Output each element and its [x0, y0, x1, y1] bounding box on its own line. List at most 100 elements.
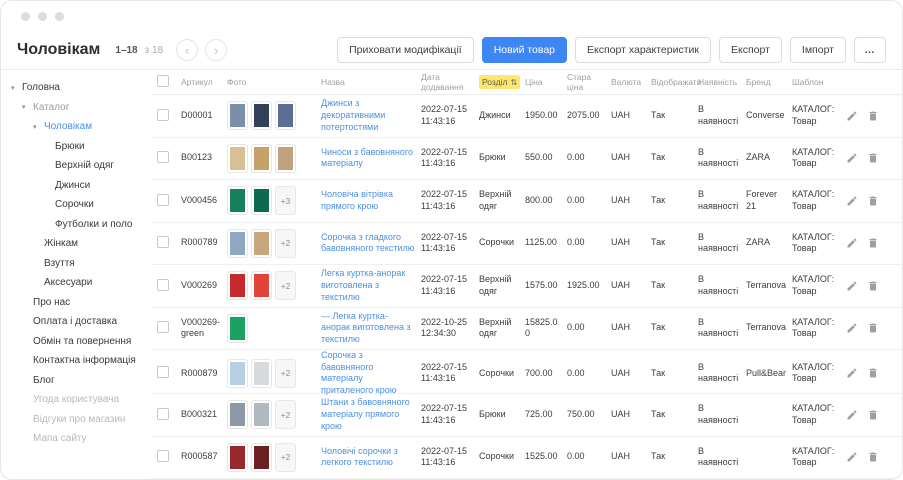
- row-checkbox[interactable]: [157, 109, 169, 121]
- edit-icon[interactable]: [846, 367, 858, 379]
- product-name-link[interactable]: Чоловічі сорочки з легкого текстилю: [321, 446, 421, 469]
- sidebar-item-pro-nas[interactable]: Про нас: [11, 293, 151, 313]
- product-photo[interactable]: [227, 101, 248, 130]
- table-row[interactable]: B000321 +2 Штани з бавовняного матеріалу…: [151, 394, 902, 437]
- sort-icon[interactable]: ⇅: [510, 78, 517, 87]
- more-photos-badge[interactable]: +2: [275, 443, 296, 472]
- product-photo[interactable]: [251, 101, 272, 130]
- sidebar-item-vzuttia[interactable]: Взуття: [11, 254, 151, 274]
- column-header-photo[interactable]: Фото: [227, 77, 321, 87]
- delete-icon[interactable]: [867, 367, 879, 379]
- column-header-date-added[interactable]: Дата додавання: [421, 72, 479, 92]
- next-page-button[interactable]: ›: [205, 39, 227, 61]
- sidebar-item-zhinkam[interactable]: Жінкам: [11, 234, 151, 254]
- product-name-link[interactable]: Сорочка з гладкого бавовняного текстилю: [321, 232, 421, 255]
- edit-icon[interactable]: [846, 322, 858, 334]
- more-photos-badge[interactable]: +3: [275, 186, 296, 215]
- column-header-name[interactable]: Назва: [321, 77, 421, 87]
- product-photo[interactable]: [275, 144, 296, 173]
- delete-icon[interactable]: [867, 237, 879, 249]
- table-row[interactable]: D00001 Джинси з декоративними потертостя…: [151, 95, 902, 138]
- product-photo[interactable]: [251, 271, 272, 300]
- delete-icon[interactable]: [867, 280, 879, 292]
- row-checkbox[interactable]: [157, 366, 169, 378]
- product-photo[interactable]: [227, 359, 248, 388]
- sidebar-item-dzhynsy[interactable]: Джинси: [11, 176, 151, 196]
- column-header-display[interactable]: Відображати: [651, 77, 698, 87]
- column-header-article[interactable]: Артикул: [181, 77, 227, 87]
- export-button[interactable]: Експорт: [719, 37, 782, 63]
- product-photo[interactable]: [227, 271, 248, 300]
- more-photos-badge[interactable]: +2: [275, 229, 296, 258]
- row-checkbox[interactable]: [157, 194, 169, 206]
- sidebar-item-bloh[interactable]: Блог: [11, 371, 151, 391]
- sidebar-item-uhoda[interactable]: Угода користувача: [11, 390, 151, 410]
- delete-icon[interactable]: [867, 322, 879, 334]
- column-header-price[interactable]: Ціна: [525, 77, 567, 87]
- product-photo[interactable]: [275, 101, 296, 130]
- sidebar-item-briuky[interactable]: Брюки: [11, 137, 151, 157]
- chevron-down-icon[interactable]: ▾: [22, 103, 33, 111]
- edit-icon[interactable]: [846, 237, 858, 249]
- chevron-down-icon[interactable]: ▾: [11, 84, 22, 92]
- sidebar-item-obmin[interactable]: Обмін та повернення: [11, 332, 151, 352]
- edit-icon[interactable]: [846, 280, 858, 292]
- product-photo[interactable]: [251, 443, 272, 472]
- table-row[interactable]: V000269 +2 Легка куртка-анорак виготовле…: [151, 265, 902, 308]
- table-row[interactable]: B00123 Чиноси з бавовняного матеріалу 20…: [151, 138, 902, 181]
- sidebar-item-kataloh[interactable]: ▾Каталог: [11, 98, 151, 118]
- product-name-link[interactable]: Чоловіча вітрівка прямого крою: [321, 189, 421, 212]
- product-name-link[interactable]: — Легка куртка-анорак виготовлена з текс…: [321, 311, 421, 346]
- product-photo[interactable]: [227, 443, 248, 472]
- product-photo[interactable]: [251, 229, 272, 258]
- edit-icon[interactable]: [846, 195, 858, 207]
- table-row[interactable]: R000587 +2 Чоловічі сорочки з легкого те…: [151, 437, 902, 480]
- edit-icon[interactable]: [846, 110, 858, 122]
- product-photo[interactable]: [251, 144, 272, 173]
- column-header-availability[interactable]: Наявність: [698, 77, 746, 87]
- row-checkbox[interactable]: [157, 151, 169, 163]
- row-checkbox[interactable]: [157, 236, 169, 248]
- column-header-section[interactable]: Розділ⇅: [479, 75, 525, 89]
- more-photos-badge[interactable]: +2: [275, 271, 296, 300]
- product-photo[interactable]: [227, 400, 248, 429]
- sidebar-item-vidhuky[interactable]: Відгуки про магазин: [11, 410, 151, 430]
- sidebar-item-holovna[interactable]: ▾Головна: [11, 78, 151, 98]
- window-control-dot[interactable]: [38, 12, 47, 21]
- table-row[interactable]: V000269-green — Легка куртка-анорак виго…: [151, 308, 902, 351]
- prev-page-button[interactable]: ‹: [176, 39, 198, 61]
- hide-modifications-button[interactable]: Приховати модифікації: [337, 37, 474, 63]
- product-name-link[interactable]: Чиноси з бавовняного матеріалу: [321, 147, 421, 170]
- sidebar-item-oplata[interactable]: Оплата і доставка: [11, 312, 151, 332]
- delete-icon[interactable]: [867, 195, 879, 207]
- sidebar-item-sorochky[interactable]: Сорочки: [11, 195, 151, 215]
- import-button[interactable]: Імпорт: [790, 37, 846, 63]
- column-header-old-price[interactable]: Стара ціна: [567, 72, 611, 92]
- sidebar-item-mapa-saitu[interactable]: Мапа сайту: [11, 429, 151, 449]
- delete-icon[interactable]: [867, 409, 879, 421]
- edit-icon[interactable]: [846, 409, 858, 421]
- row-checkbox[interactable]: [157, 279, 169, 291]
- product-photo[interactable]: [227, 229, 248, 258]
- edit-icon[interactable]: [846, 451, 858, 463]
- product-name-link[interactable]: Сорочка з бавовняного матеріалу притален…: [321, 350, 421, 397]
- window-control-dot[interactable]: [21, 12, 30, 21]
- edit-icon[interactable]: [846, 152, 858, 164]
- delete-icon[interactable]: [867, 110, 879, 122]
- more-photos-badge[interactable]: +2: [275, 359, 296, 388]
- column-header-brand[interactable]: Бренд: [746, 77, 792, 87]
- row-checkbox[interactable]: [157, 321, 169, 333]
- table-row[interactable]: V000456 +3 Чоловіча вітрівка прямого кро…: [151, 180, 902, 223]
- chevron-down-icon[interactable]: ▾: [33, 123, 44, 131]
- sidebar-item-cholovikam[interactable]: ▾Чоловікам: [11, 117, 151, 137]
- sidebar-item-aksesuary[interactable]: Аксесуари: [11, 273, 151, 293]
- table-row[interactable]: R000879 +2 Сорочка з бавовняного матеріа…: [151, 350, 902, 394]
- sidebar-item-kontaktna[interactable]: Контактна інформація: [11, 351, 151, 371]
- product-name-link[interactable]: Штани з бавовняного матеріалу прямого кр…: [321, 397, 421, 432]
- product-photo[interactable]: [227, 314, 248, 343]
- more-actions-button[interactable]: …: [854, 37, 886, 63]
- product-name-link[interactable]: Джинси з декоративними потертостями: [321, 98, 421, 133]
- product-photo[interactable]: [251, 400, 272, 429]
- product-photo[interactable]: [227, 186, 248, 215]
- product-photo[interactable]: [251, 359, 272, 388]
